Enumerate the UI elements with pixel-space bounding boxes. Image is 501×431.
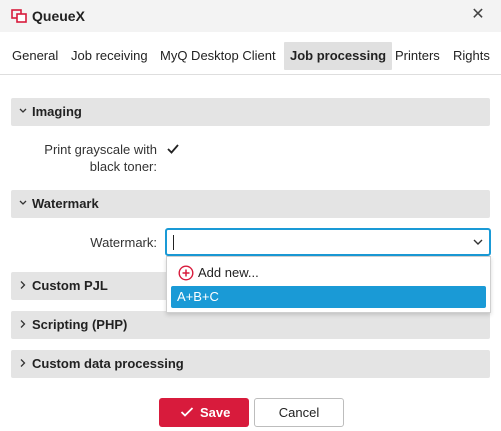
grayscale-checkbox[interactable] — [166, 142, 180, 156]
title-bar: QueueX ✕ — [0, 0, 501, 32]
close-icon[interactable]: ✕ — [470, 6, 486, 24]
chevron-right-icon — [18, 356, 30, 370]
section-scripting-label: Scripting (PHP) — [32, 317, 128, 332]
section-imaging-header[interactable]: Imaging — [11, 98, 490, 126]
section-scripting-header[interactable]: Scripting (PHP) — [11, 311, 490, 339]
plus-circle-icon — [178, 265, 194, 281]
grayscale-label-line2: black toner: — [89, 159, 157, 174]
save-label: Save — [200, 405, 231, 420]
tab-job-receiving[interactable]: Job receiving — [71, 42, 148, 70]
section-custom-data-header[interactable]: Custom data processing — [11, 350, 490, 378]
queue-icon — [11, 9, 27, 23]
tab-general[interactable]: General — [12, 42, 58, 70]
save-button[interactable]: Save — [159, 398, 249, 427]
chevron-right-icon — [18, 317, 30, 331]
tab-myq-desktop-client[interactable]: MyQ Desktop Client — [160, 42, 276, 70]
watermark-option[interactable]: A+B+C — [171, 286, 486, 308]
grayscale-label: Print grayscale with black toner: — [30, 141, 157, 175]
text-caret — [173, 235, 174, 250]
section-custom-data-label: Custom data processing — [32, 356, 184, 371]
section-watermark-header[interactable]: Watermark — [11, 190, 490, 218]
tab-rights[interactable]: Rights — [453, 42, 490, 70]
chevron-right-icon — [18, 278, 30, 292]
watermark-dropdown-list: Add new... A+B+C — [166, 256, 491, 313]
watermark-field-label: Watermark: — [90, 235, 157, 250]
cancel-button[interactable]: Cancel — [254, 398, 344, 427]
watermark-combobox[interactable] — [165, 228, 491, 256]
chevron-down-icon — [18, 104, 30, 118]
tabs-divider — [0, 74, 501, 75]
tab-printers[interactable]: Printers — [395, 42, 440, 70]
window-title: QueueX — [32, 8, 85, 24]
check-icon — [180, 407, 194, 417]
chevron-down-icon — [18, 196, 30, 210]
section-imaging-label: Imaging — [32, 104, 82, 119]
tab-bar: General Job receiving MyQ Desktop Client… — [0, 38, 501, 74]
grayscale-label-line1: Print grayscale with — [44, 142, 157, 157]
add-new-label: Add new... — [198, 265, 259, 280]
chevron-down-icon[interactable] — [472, 235, 484, 249]
section-watermark-label: Watermark — [32, 196, 99, 211]
section-custom-pjl-label: Custom PJL — [32, 278, 108, 293]
tab-job-processing[interactable]: Job processing — [284, 42, 393, 70]
